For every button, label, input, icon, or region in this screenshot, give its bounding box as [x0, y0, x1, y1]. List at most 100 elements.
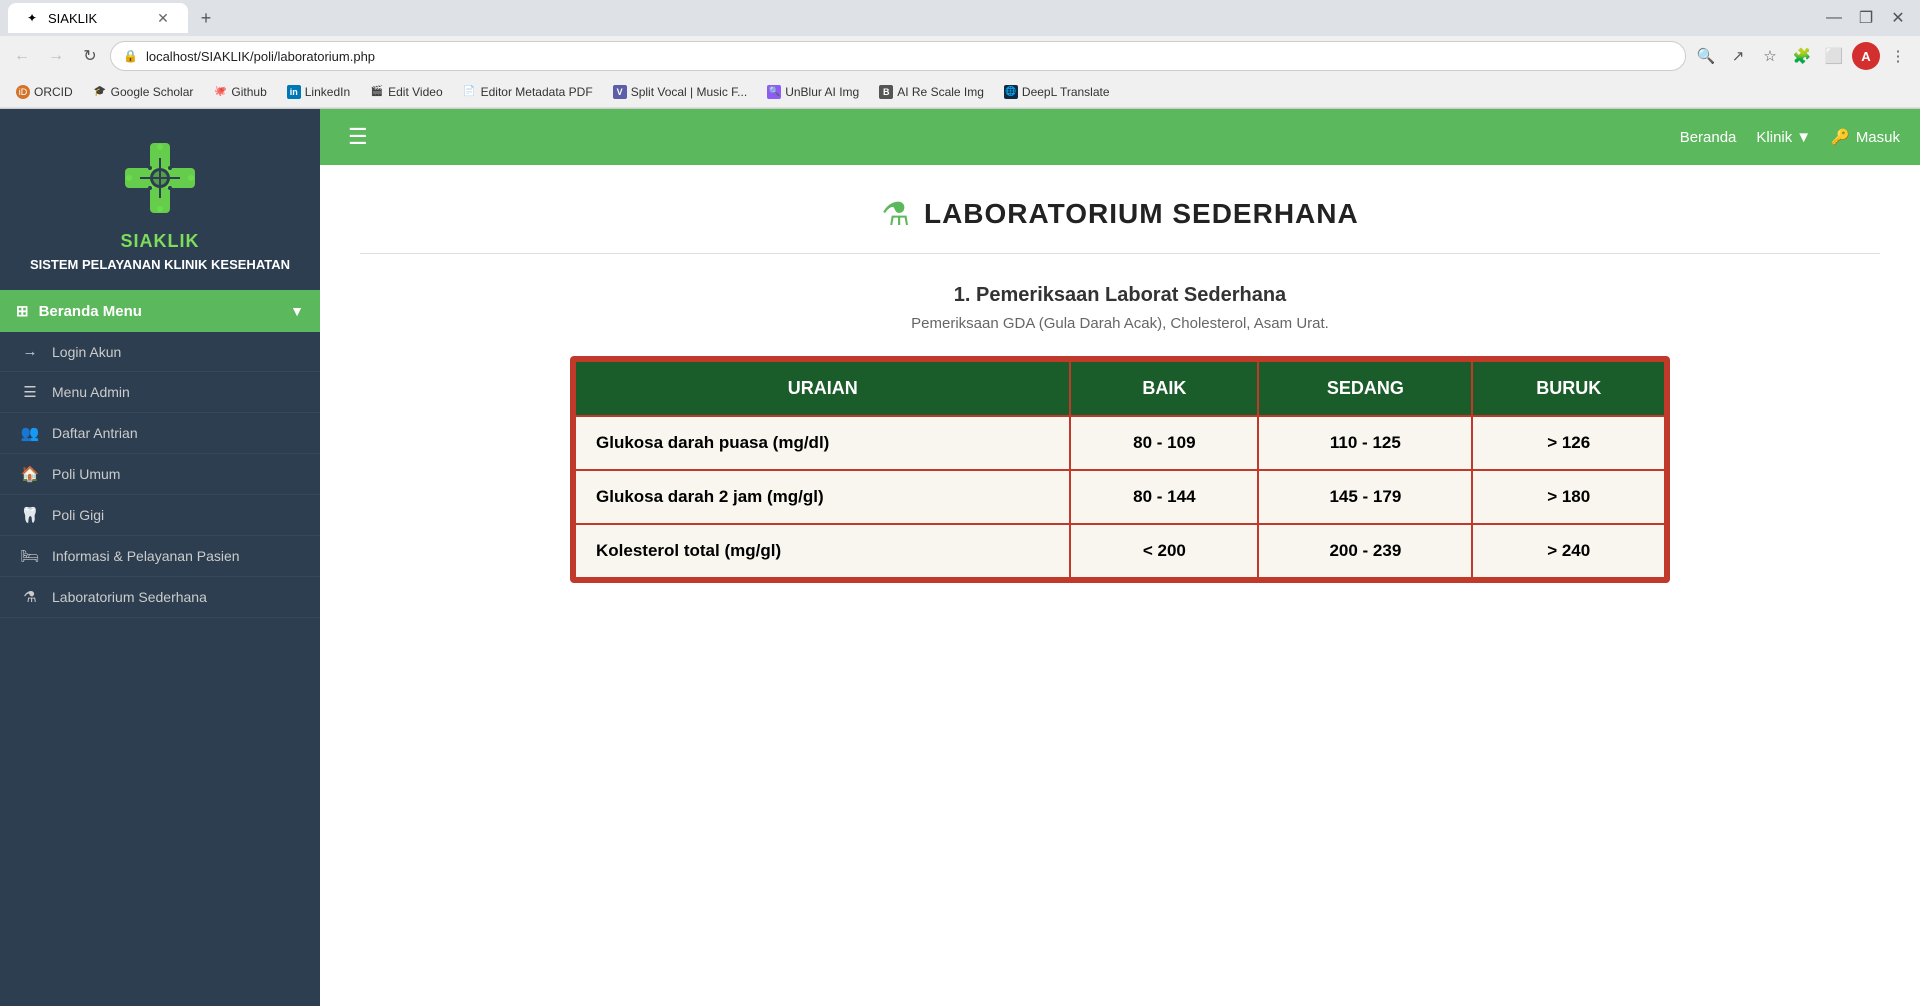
bookmark-google-scholar[interactable]: 🎓 Google Scholar — [85, 83, 202, 101]
bookmark-split-vocal[interactable]: V Split Vocal | Music F... — [605, 83, 756, 101]
orcid-favicon: iD — [16, 85, 30, 99]
home-icon: 🏠 — [20, 465, 40, 483]
bookmark-editor-metadata-pdf[interactable]: 📄 Editor Metadata PDF — [455, 83, 601, 101]
bookmark-google-scholar-label: Google Scholar — [111, 85, 194, 99]
bookmark-ai-rescale[interactable]: B AI Re Scale Img — [871, 83, 992, 101]
editor-metadata-pdf-favicon: 📄 — [463, 85, 477, 99]
masuk-arrow-icon: 🔑 — [1831, 128, 1850, 146]
row2-baik: 80 - 144 — [1070, 470, 1258, 524]
row1-uraian: Glukosa darah puasa (mg/dl) — [575, 416, 1070, 470]
menu-button[interactable]: ⋮ — [1884, 42, 1912, 70]
sidebar-item-poli-gigi[interactable]: 🦷 Poli Gigi — [0, 495, 320, 536]
search-button[interactable]: 🔍 — [1692, 42, 1720, 70]
extensions-button[interactable]: 🧩 — [1788, 42, 1816, 70]
unblur-ai-img-favicon: 🔍 — [767, 85, 781, 99]
bookmarks-bar: iD ORCID 🎓 Google Scholar 🐙 Github in Li… — [0, 76, 1920, 108]
col-sedang: SEDANG — [1258, 361, 1472, 416]
bookmark-edit-video[interactable]: 🎬 Edit Video — [362, 83, 451, 101]
profile-button[interactable]: A — [1852, 42, 1880, 70]
sidebar-item-daftar-antrian[interactable]: 👥 Daftar Antrian — [0, 413, 320, 454]
page-wrapper: SIAKLIK SISTEM PELAYANAN KLINIK KESEHATA… — [0, 109, 1920, 1006]
top-navbar: ☰ Beranda Klinik ▼ 🔑 Masuk — [320, 109, 1920, 165]
split-button[interactable]: ⬜ — [1820, 42, 1848, 70]
hamburger-button[interactable]: ☰ — [340, 120, 376, 154]
sidebar-item-informasi-pelayanan[interactable]: 🛏 Informasi & Pelayanan Pasien — [0, 536, 320, 577]
browser-titlebar: ✦ SIAKLIK ✕ + — ❐ ✕ — [0, 0, 1920, 36]
navbar-right: Beranda Klinik ▼ 🔑 Masuk — [1680, 128, 1900, 146]
row3-uraian: Kolesterol total (mg/gl) — [575, 524, 1070, 578]
sidebar-item-daftar-antrian-label: Daftar Antrian — [52, 425, 138, 441]
table-body: Glukosa darah puasa (mg/dl) 80 - 109 110… — [575, 416, 1665, 578]
forward-button[interactable]: → — [42, 42, 70, 70]
col-uraian: URAIAN — [575, 361, 1070, 416]
row2-sedang: 145 - 179 — [1258, 470, 1472, 524]
edit-video-favicon: 🎬 — [370, 85, 384, 99]
bookmark-orcid[interactable]: iD ORCID — [8, 83, 81, 101]
page-title-section: ⚗ LABORATORIUM SEDERHANA — [360, 195, 1880, 254]
col-baik: BAIK — [1070, 361, 1258, 416]
deepl-favicon: 🌐 — [1004, 85, 1018, 99]
masuk-button[interactable]: 🔑 Masuk — [1831, 128, 1900, 146]
split-vocal-favicon: V — [613, 85, 627, 99]
section-title: 1. Pemeriksaan Laborat Sederhana — [360, 284, 1880, 307]
address-bar-row: ← → ↻ 🔒 localhost/SIAKLIK/poli/laborator… — [0, 36, 1920, 76]
sidebar-logo-area: SIAKLIK SISTEM PELAYANAN KLINIK KESEHATA… — [0, 109, 320, 290]
klinik-label: Klinik — [1756, 129, 1792, 146]
lab-table: URAIAN BAIK SEDANG BURUK Glukosa darah p… — [574, 360, 1666, 579]
sidebar-menu-header-left: ⊞ Beranda Menu — [16, 302, 142, 320]
row1-buruk: > 126 — [1472, 416, 1665, 470]
new-tab-button[interactable]: + — [192, 4, 220, 32]
klinik-chevron-icon: ▼ — [1796, 129, 1811, 146]
chevron-down-icon: ▼ — [290, 303, 304, 319]
menu-grid-icon: ⊞ — [16, 302, 29, 320]
bookmark-linkedin[interactable]: in LinkedIn — [279, 83, 358, 101]
bookmark-unblur-ai-img-label: UnBlur AI Img — [785, 85, 859, 99]
bookmark-button[interactable]: ☆ — [1756, 42, 1784, 70]
back-button[interactable]: ← — [8, 42, 36, 70]
sidebar-item-poli-umum[interactable]: 🏠 Poli Umum — [0, 454, 320, 495]
bookmark-deepl[interactable]: 🌐 DeepL Translate — [996, 83, 1118, 101]
sidebar-item-login[interactable]: → Login Akun — [0, 332, 320, 372]
bookmark-github[interactable]: 🐙 Github — [205, 83, 274, 101]
row3-buruk: > 240 — [1472, 524, 1665, 578]
github-favicon: 🐙 — [213, 85, 227, 99]
tooth-icon: 🦷 — [20, 506, 40, 524]
window-controls: — ❐ ✕ — [1820, 4, 1912, 32]
siaklik-logo — [115, 133, 205, 223]
reload-button[interactable]: ↻ — [76, 42, 104, 70]
close-button[interactable]: ✕ — [1884, 4, 1912, 32]
tab-title: SIAKLIK — [48, 11, 97, 26]
lock-icon: 🔒 — [123, 49, 138, 63]
bookmark-edit-video-label: Edit Video — [388, 85, 443, 99]
google-scholar-favicon: 🎓 — [93, 85, 107, 99]
maximize-button[interactable]: ❐ — [1852, 4, 1880, 32]
sidebar-item-login-label: Login Akun — [52, 344, 121, 360]
table-header-row: URAIAN BAIK SEDANG BURUK — [575, 361, 1665, 416]
sidebar-item-menu-admin-label: Menu Admin — [52, 384, 130, 400]
share-button[interactable]: ↗ — [1724, 42, 1752, 70]
table-row: Glukosa darah puasa (mg/dl) 80 - 109 110… — [575, 416, 1665, 470]
sidebar-menu-header[interactable]: ⊞ Beranda Menu ▼ — [0, 290, 320, 332]
table-row: Glukosa darah 2 jam (mg/gl) 80 - 144 145… — [575, 470, 1665, 524]
minimize-button[interactable]: — — [1820, 4, 1848, 32]
beranda-link[interactable]: Beranda — [1680, 129, 1737, 146]
url-text: localhost/SIAKLIK/poli/laboratorium.php — [146, 49, 1673, 64]
bookmark-unblur-ai-img[interactable]: 🔍 UnBlur AI Img — [759, 83, 867, 101]
address-bar[interactable]: 🔒 localhost/SIAKLIK/poli/laboratorium.ph… — [110, 41, 1686, 71]
active-tab[interactable]: ✦ SIAKLIK ✕ — [8, 3, 188, 33]
ai-rescale-favicon: B — [879, 85, 893, 99]
tab-bar: ✦ SIAKLIK ✕ + — [8, 3, 220, 33]
page-title: LABORATORIUM SEDERHANA — [924, 198, 1359, 230]
row2-uraian: Glukosa darah 2 jam (mg/gl) — [575, 470, 1070, 524]
admin-icon: ☰ — [20, 383, 40, 401]
sidebar-item-laboratorium[interactable]: ⚗ Laboratorium Sederhana — [0, 577, 320, 618]
lab-flask-icon: ⚗ — [20, 588, 40, 606]
tab-close-button[interactable]: ✕ — [154, 9, 172, 27]
tab-favicon: ✦ — [24, 10, 40, 26]
sidebar-item-menu-admin[interactable]: ☰ Menu Admin — [0, 372, 320, 413]
row3-sedang: 200 - 239 — [1258, 524, 1472, 578]
main-content: ☰ Beranda Klinik ▼ 🔑 Masuk ⚗ LABORATORIU… — [320, 109, 1920, 1006]
sidebar-item-laboratorium-label: Laboratorium Sederhana — [52, 589, 207, 605]
klinik-dropdown[interactable]: Klinik ▼ — [1756, 129, 1811, 146]
bed-icon: 🛏 — [20, 547, 40, 565]
